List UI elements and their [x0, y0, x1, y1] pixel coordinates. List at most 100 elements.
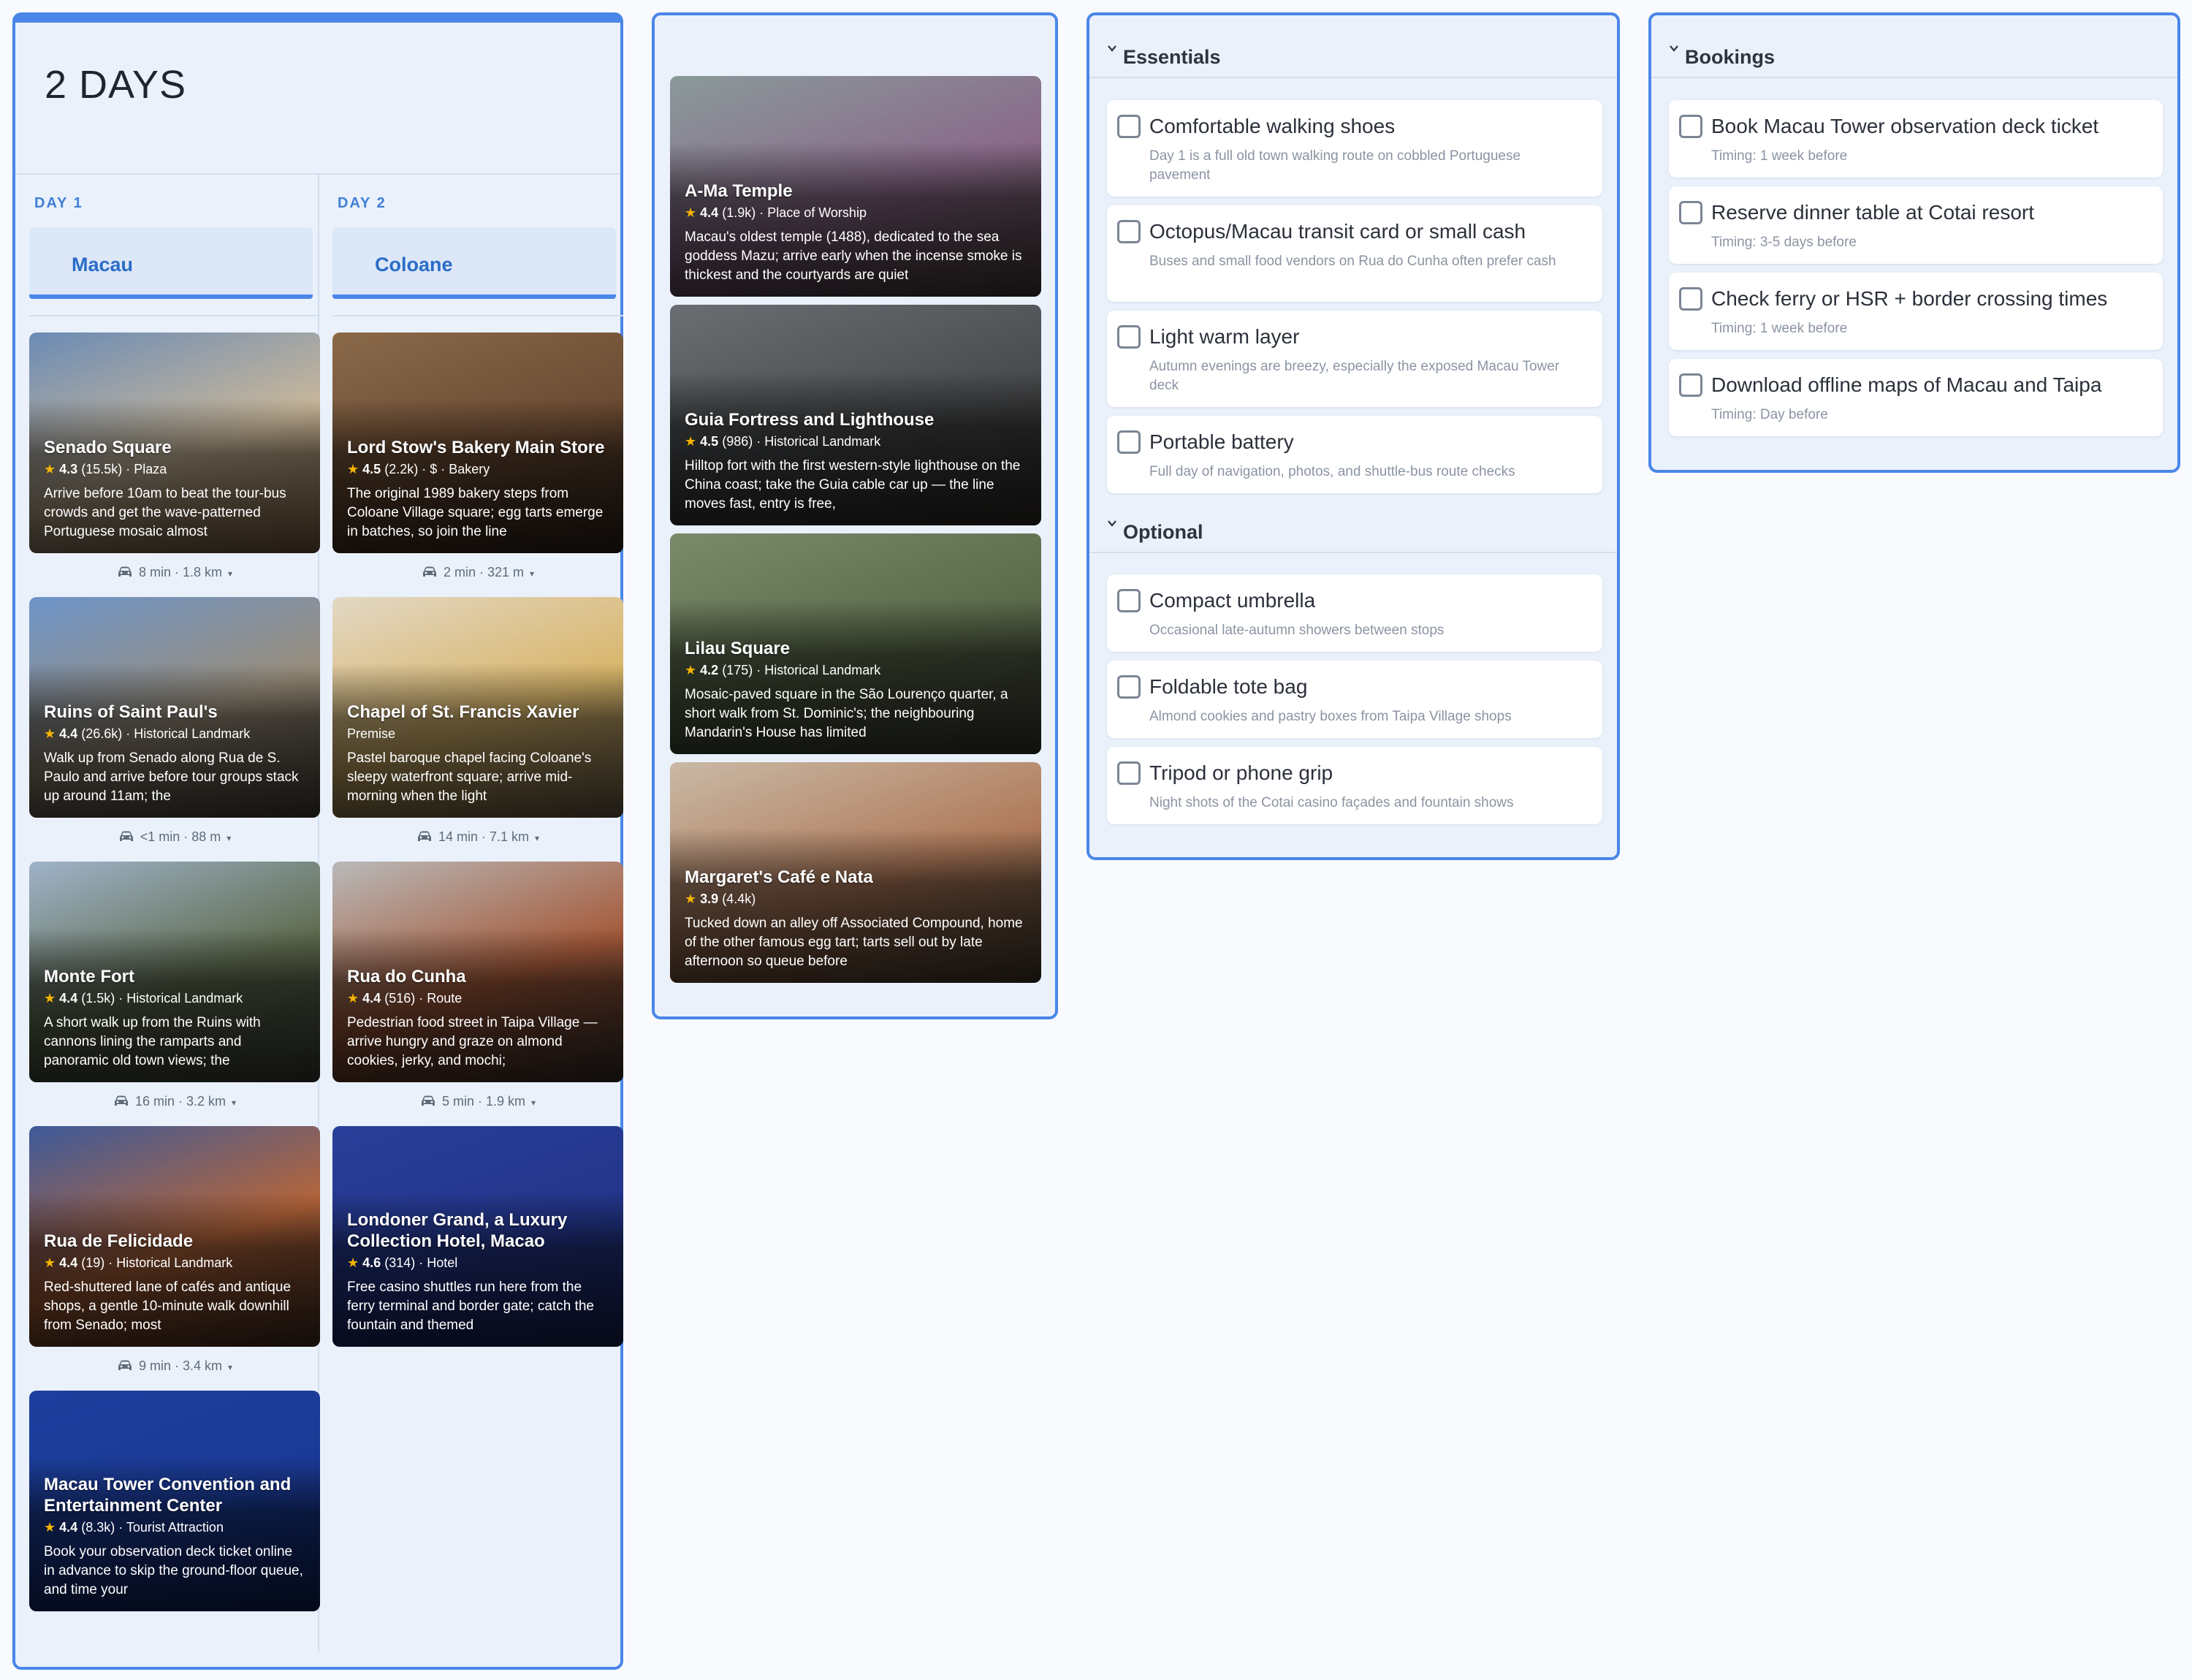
car-icon — [117, 1359, 133, 1376]
chevron-down-icon — [1670, 45, 1678, 52]
section-title: Bookings — [1685, 46, 1776, 68]
place-card[interactable]: Guia Fortress and Lighthouse ★ 4.5 (986) … — [670, 305, 1041, 525]
travel-time[interactable]: <1 min · 88 m ▾ — [29, 829, 320, 847]
itinerary-panel: 2 DAYS DAY 1 Macau Senado Square ★ 4.3 (1… — [12, 12, 623, 1670]
checklist-item[interactable]: Comfortable walking shoes Day 1 is a full… — [1107, 100, 1602, 197]
travel-time-label: 9 min · 3.4 km — [138, 1358, 222, 1373]
checkbox[interactable] — [1117, 220, 1141, 243]
travel-time[interactable]: 14 min · 7.1 km ▾ — [332, 829, 623, 847]
item-subtitle: Timing: Day before — [1711, 407, 1828, 422]
travel-time[interactable]: 5 min · 1.9 km ▾ — [332, 1094, 623, 1111]
place-card[interactable]: Rua de Felicidade ★ 4.4 (19) · Historical… — [29, 1126, 320, 1347]
caret-down-icon: ▾ — [535, 833, 540, 843]
place-card[interactable]: A-Ma Temple ★ 4.4 (1.9k) · Place of Worsh… — [670, 76, 1041, 297]
day-location-tab[interactable]: Coloane — [332, 227, 616, 299]
rating-value: 4.3 — [59, 462, 78, 476]
checkbox[interactable] — [1679, 287, 1702, 311]
checklist-item[interactable]: Check ferry or HSR + border crossing tim… — [1669, 273, 2163, 350]
travel-time[interactable]: 8 min · 1.8 km ▾ — [29, 565, 320, 582]
checkbox[interactable] — [1117, 675, 1141, 699]
place-card[interactable]: Chapel of St. Francis Xavier Premise Paste… — [332, 597, 623, 818]
star-icon: ★ — [685, 892, 697, 906]
place-name: Chapel of St. Francis Xavier — [347, 702, 579, 722]
place-category: Place of Worship — [767, 205, 867, 220]
place-name: A-Ma Temple — [685, 181, 793, 201]
bookings-panel: Bookings Book Macau Tower observation de… — [1648, 12, 2180, 473]
place-card[interactable]: Ruins of Saint Paul's ★ 4.4 (26.6k) · His… — [29, 597, 320, 818]
card-text: Monte Fort ★ 4.4 (1.5k) · Historical Land… — [44, 966, 307, 1071]
place-card[interactable]: Lord Stow's Bakery Main Store ★ 4.5 (2.2k… — [332, 332, 623, 553]
travel-time[interactable]: 16 min · 3.2 km ▾ — [29, 1094, 320, 1111]
divider — [29, 315, 320, 316]
star-icon: ★ — [347, 991, 359, 1006]
car-icon — [117, 566, 133, 582]
place-name: Guia Fortress and Lighthouse — [685, 410, 935, 430]
place-card[interactable]: Londoner Grand, a Luxury Collection Hote… — [332, 1126, 623, 1347]
place-card[interactable]: Lilau Square ★ 4.2 (175) · Historical Lan… — [670, 533, 1041, 754]
essentials-section-header[interactable]: Essentials — [1089, 15, 1617, 78]
checklist-item[interactable]: Download offline maps of Macau and Taipa… — [1669, 359, 2163, 436]
essentials-panel: Essentials Optional Comfortable walking … — [1087, 12, 1620, 860]
place-meta: ★ 4.3 (15.5k) · Plaza — [44, 462, 167, 476]
checklist-item[interactable]: Foldable tote bag Almond cookies and past… — [1107, 661, 1602, 738]
place-card[interactable]: Rua do Cunha ★ 4.4 (516) · Route Pedestria… — [332, 862, 623, 1082]
checkbox[interactable] — [1679, 373, 1702, 397]
checklist-item[interactable]: Portable battery Full day of navigation, … — [1107, 416, 1602, 493]
card-text: Macau Tower Convention and Entertainment… — [44, 1474, 307, 1600]
checkbox[interactable] — [1679, 201, 1702, 224]
star-icon: ★ — [44, 1520, 56, 1535]
checkbox[interactable] — [1117, 325, 1141, 349]
rating-value: 3.9 — [700, 892, 719, 906]
place-name: Londoner Grand, a Luxury Collection Hote… — [347, 1210, 568, 1251]
checkbox[interactable] — [1679, 115, 1702, 138]
item-subtitle: Full day of navigation, photos, and shut… — [1149, 464, 1515, 479]
checklist-item[interactable]: Book Macau Tower observation deck ticket… — [1669, 100, 2163, 178]
place-name: Macau Tower Convention and Entertainment… — [44, 1475, 292, 1516]
caret-down-icon: ▾ — [227, 833, 232, 843]
item-subtitle: Day 1 is a full old town walking route o… — [1149, 148, 1521, 183]
checkbox[interactable] — [1117, 115, 1141, 138]
checklist-item[interactable]: Reserve dinner table at Cotai resort Timi… — [1669, 186, 2163, 264]
car-icon — [113, 1095, 129, 1111]
place-name: Margaret's Café e Nata — [685, 867, 873, 887]
star-icon: ★ — [44, 991, 56, 1006]
place-category: Historical Landmark — [134, 726, 251, 741]
travel-time[interactable]: 2 min · 321 m ▾ — [332, 565, 623, 582]
place-description: Tucked down an alley off Associated Comp… — [685, 916, 1023, 969]
star-icon: ★ — [347, 462, 359, 476]
checklist-item[interactable]: Light warm layer Autumn evenings are bree… — [1107, 311, 1602, 407]
checkbox[interactable] — [1117, 430, 1141, 454]
checklist-item[interactable]: Tripod or phone grip Night shots of the C… — [1107, 747, 1602, 824]
checklist-item[interactable]: Compact umbrella Occasional late-autumn s… — [1107, 574, 1602, 652]
checkbox[interactable] — [1117, 589, 1141, 612]
star-icon: ★ — [44, 726, 56, 741]
item-title: Portable battery — [1149, 430, 1294, 453]
travel-time-label: 14 min · 7.1 km — [438, 829, 529, 844]
place-card[interactable]: Monte Fort ★ 4.4 (1.5k) · Historical Land… — [29, 862, 320, 1082]
place-meta: ★ 4.2 (175) · Historical Landmark — [685, 663, 881, 677]
checkbox[interactable] — [1117, 761, 1141, 785]
car-icon — [118, 830, 134, 847]
review-count: (19) — [81, 1255, 105, 1270]
caret-down-icon: ▾ — [530, 569, 535, 579]
rating-value: 4.4 — [59, 1520, 78, 1535]
card-text: Londoner Grand, a Luxury Collection Hote… — [347, 1209, 610, 1335]
place-description: Book your observation deck ticket online… — [44, 1544, 303, 1597]
place-card[interactable]: Margaret's Café e Nata ★ 3.9 (4.4k) Tucked… — [670, 762, 1041, 983]
review-count: (516) — [384, 991, 416, 1006]
place-category: $ · Bakery — [430, 462, 490, 476]
place-card[interactable]: Macau Tower Convention and Entertainment… — [29, 1391, 320, 1611]
checklist-item[interactable]: Octopus/Macau transit card or small cash… — [1107, 205, 1602, 302]
day-location-tab[interactable]: Macau — [29, 227, 313, 299]
rating-value: 4.4 — [59, 1255, 78, 1270]
place-category: Historical Landmark — [764, 434, 881, 449]
item-title: Comfortable walking shoes — [1149, 115, 1396, 137]
place-card[interactable]: Senado Square ★ 4.3 (15.5k) · Plaza Arrive… — [29, 332, 320, 553]
place-description: Walk up from Senado along Rua de S. Paul… — [44, 750, 299, 804]
place-meta: ★ 4.4 (516) · Route — [347, 991, 463, 1006]
optional-section-header[interactable]: Optional — [1089, 490, 1617, 553]
place-meta: ★ 4.6 (314) · Hotel — [347, 1255, 458, 1270]
place-description: A short walk up from the Ruins with cann… — [44, 1015, 261, 1068]
bookings-section-header[interactable]: Bookings — [1651, 15, 2177, 78]
travel-time[interactable]: 9 min · 3.4 km ▾ — [29, 1358, 320, 1376]
